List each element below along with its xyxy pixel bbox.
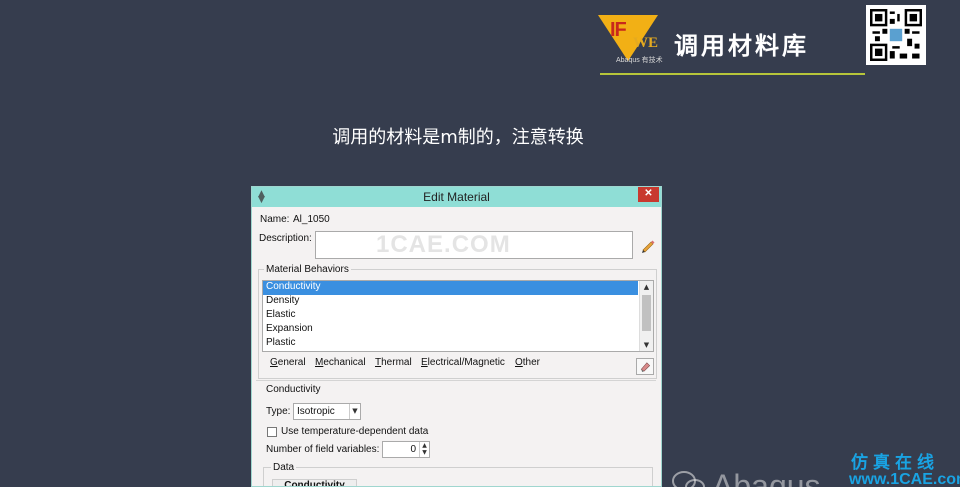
edit-material-dialog: ▲ ▼ Edit Material ✕ Name: Al_1050 Descrip… — [251, 186, 662, 487]
title-underline — [600, 73, 865, 75]
qr-code-icon — [870, 9, 922, 61]
field-variables-spinner[interactable]: 0 ▲ ▼ — [382, 441, 430, 458]
slide-note: 调用的材料是m制的，注意转换 — [332, 127, 584, 148]
dialog-titlebar[interactable]: ▲ ▼ Edit Material ✕ — [252, 187, 661, 207]
type-select[interactable]: Isotropic ▼ — [293, 403, 361, 420]
menu-thermal[interactable]: Thermal — [375, 357, 412, 368]
dialog-title: Edit Material — [423, 190, 490, 204]
data-group-label: Data — [271, 462, 297, 473]
type-label: Type: — [266, 406, 291, 417]
menu-electrical-magnetic[interactable]: Electrical/Magnetic — [421, 357, 505, 368]
menu-other[interactable]: Other — [515, 357, 540, 368]
qr-code — [866, 5, 926, 65]
menu-general[interactable]: General — [270, 357, 306, 368]
watermark-1cae: 1CAE.COM — [376, 231, 511, 258]
field-variables-value: 0 — [410, 444, 416, 455]
badge-chinese-text: 仿真在线 — [851, 453, 939, 473]
logo-subtitle: Abaqus 有技术 — [616, 57, 663, 64]
name-value: Al_1050 — [293, 214, 330, 225]
behaviors-scrollbar[interactable]: ▲ ▼ — [639, 281, 653, 351]
material-behaviors-label: Material Behaviors — [264, 264, 351, 275]
logo-if-text: IF — [610, 19, 627, 41]
slide-title: 调用材料库 — [674, 32, 809, 60]
abaqus-watermark: Abaqus — [712, 468, 821, 487]
eraser-icon — [640, 362, 651, 373]
section-divider — [256, 380, 656, 381]
badge-url-text: www.1CAE.com — [849, 471, 960, 487]
table-header-conductivity[interactable]: Conductivity — [272, 479, 357, 486]
chevron-down-icon[interactable]: ▼ — [349, 404, 360, 419]
ifwe-logo: IF WE Abaqus 有技术 — [598, 15, 666, 67]
list-item-plastic[interactable]: Plastic — [263, 337, 653, 351]
spinner-arrows-icon[interactable]: ▲ ▼ — [419, 442, 429, 457]
temp-dependent-label: Use temperature-dependent data — [281, 426, 429, 437]
behaviors-list[interactable]: Conductivity Density Elastic Expansion P… — [262, 280, 654, 352]
delete-behavior-button[interactable] — [636, 358, 654, 375]
wechat-icon — [672, 471, 705, 487]
description-label: Description: — [259, 233, 312, 244]
list-item-conductivity[interactable]: Conductivity — [263, 281, 638, 295]
temp-dependent-checkbox[interactable] — [267, 427, 277, 437]
list-item-elastic[interactable]: Elastic — [263, 309, 653, 323]
type-select-value: Isotropic — [297, 406, 335, 417]
close-button[interactable]: ✕ — [638, 187, 659, 202]
name-label: Name: — [260, 214, 290, 225]
logo-we-text: WE — [633, 35, 659, 51]
section-title-conductivity: Conductivity — [266, 384, 321, 395]
scroll-down-icon[interactable]: ▼ — [640, 339, 653, 351]
scroll-up-icon[interactable]: ▲ — [640, 281, 653, 293]
menu-mechanical[interactable]: Mechanical — [315, 357, 366, 368]
1cae-badge: 仿真在线 www.1CAE.com — [843, 448, 960, 487]
list-item-expansion[interactable]: Expansion — [263, 323, 653, 337]
field-variables-label: Number of field variables: — [266, 444, 380, 455]
scroll-thumb[interactable] — [642, 295, 651, 331]
list-item-density[interactable]: Density — [263, 295, 653, 309]
edit-pencil-icon[interactable] — [640, 237, 656, 253]
